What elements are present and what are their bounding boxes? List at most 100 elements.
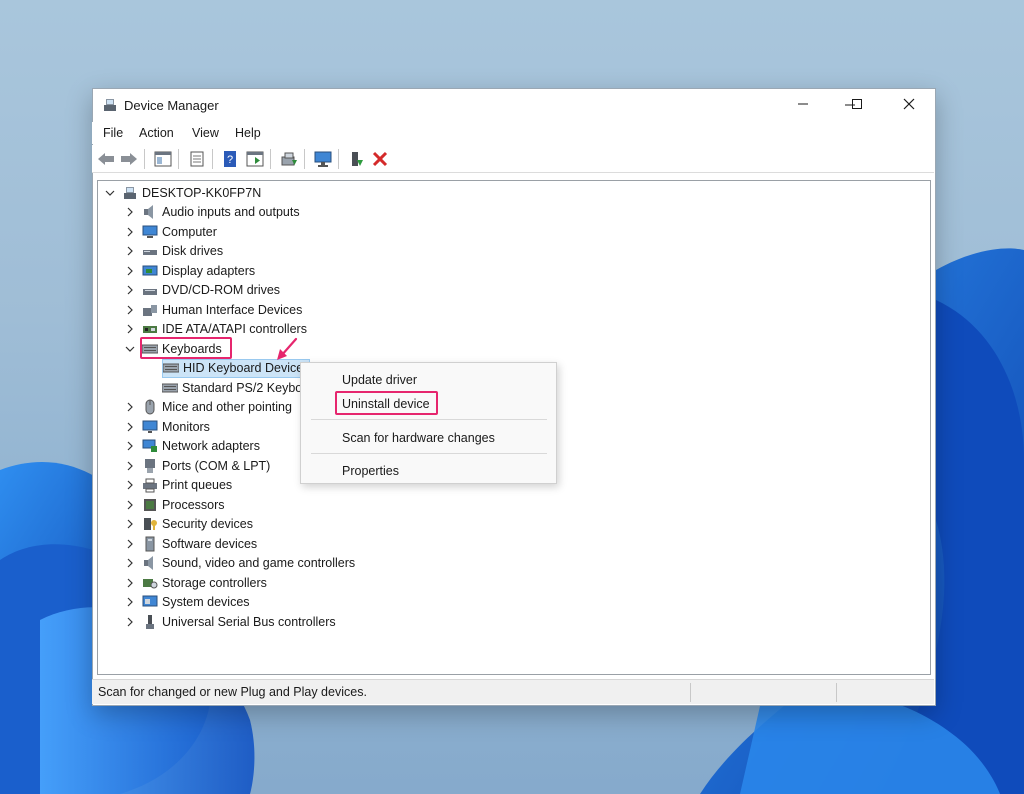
action-pane-icon <box>246 151 264 167</box>
tree-category[interactable]: Display adapters <box>124 261 255 280</box>
printer-icon <box>143 478 157 493</box>
chevron-right-icon[interactable] <box>124 518 136 530</box>
menu-separator <box>311 419 547 420</box>
scan-hardware-icon <box>314 151 332 167</box>
chevron-right-icon[interactable] <box>124 401 136 413</box>
menu-separator <box>311 453 547 454</box>
ide-controller-icon <box>143 326 157 333</box>
status-bar: Scan for changed or new Plug and Play de… <box>92 679 934 704</box>
dvd-drive-icon <box>143 289 157 295</box>
menu-item-update-driver[interactable]: Update driver <box>342 373 417 387</box>
tree-category-label: Print queues <box>162 478 233 492</box>
chevron-right-icon[interactable] <box>124 596 136 608</box>
tree-category[interactable]: DVD/CD-ROM drives <box>124 281 280 300</box>
tree-category[interactable]: Processors <box>124 495 225 514</box>
chevron-right-icon[interactable] <box>124 421 136 433</box>
chevron-right-icon[interactable] <box>124 557 136 569</box>
properties-icon <box>190 151 204 167</box>
tree-category[interactable]: Security devices <box>124 515 253 534</box>
update-driver-icon <box>281 152 297 166</box>
toolbar: ? <box>92 145 934 173</box>
tree-category[interactable]: Sound, video and game controllers <box>124 554 355 573</box>
menu-item-scan-hardware[interactable]: Scan for hardware changes <box>342 431 495 445</box>
show-hide-console-tree-button[interactable] <box>153 149 173 169</box>
menu-file[interactable]: File <box>103 126 123 140</box>
chevron-right-icon[interactable] <box>124 460 136 472</box>
hid-icon <box>143 304 157 316</box>
toolbar-separator <box>144 149 145 169</box>
chevron-down-icon[interactable] <box>124 343 136 355</box>
help-button[interactable]: ? <box>220 149 240 169</box>
chevron-right-icon[interactable] <box>124 265 136 277</box>
tree-category-label: Network adapters <box>162 439 260 453</box>
chevron-right-icon[interactable] <box>124 323 136 335</box>
tree-category-label: IDE ATA/ATAPI controllers <box>162 322 307 336</box>
uninstall-highlight-box <box>335 391 438 415</box>
tree-category-label: Software devices <box>162 536 258 551</box>
chevron-right-icon[interactable] <box>124 226 136 238</box>
forward-button[interactable] <box>119 149 139 169</box>
show-hide-console-tree-icon <box>154 151 172 167</box>
maximize-button-target[interactable] <box>834 88 880 120</box>
tree-category[interactable]: Mice and other pointing <box>124 398 292 417</box>
back-button[interactable] <box>96 149 116 169</box>
close-button[interactable] <box>886 88 932 120</box>
tree-category[interactable]: Storage controllers <box>124 573 267 592</box>
chevron-right-icon[interactable] <box>124 538 136 550</box>
menu-action[interactable]: Action <box>139 126 174 140</box>
chevron-right-icon[interactable] <box>124 245 136 257</box>
tree-category[interactable]: System devices <box>124 593 250 612</box>
keyboards-highlight-box <box>140 337 232 359</box>
menu-help[interactable]: Help <box>235 126 261 140</box>
disk-drive-icon <box>143 250 157 255</box>
minimize-button-target[interactable] <box>780 88 826 120</box>
speaker-icon <box>144 205 153 219</box>
menu-item-properties[interactable]: Properties <box>342 464 399 478</box>
tree-category[interactable]: Monitors <box>124 417 210 436</box>
tree-category[interactable]: Network adapters <box>124 437 260 456</box>
chevron-right-icon[interactable] <box>124 284 136 296</box>
chevron-right-icon[interactable] <box>124 304 136 316</box>
tree-category-label: Monitors <box>162 419 210 434</box>
help-icon: ? <box>224 151 236 167</box>
tree-category[interactable]: Computer <box>124 222 217 241</box>
tree-category-label: DVD/CD-ROM drives <box>162 283 281 297</box>
processor-icon <box>144 498 156 511</box>
tree-root[interactable]: DESKTOP-KK0FP7N <box>104 183 261 202</box>
status-divider <box>836 683 837 702</box>
properties-button[interactable] <box>187 149 207 169</box>
action-pane-button[interactable] <box>245 149 265 169</box>
chevron-right-icon[interactable] <box>124 440 136 452</box>
toolbar-separator <box>178 149 179 169</box>
tree-category-label: Computer <box>162 224 217 239</box>
chevron-right-icon[interactable] <box>124 479 136 491</box>
tree-category[interactable]: Print queues <box>124 476 232 495</box>
menu-view[interactable]: View <box>192 126 219 140</box>
tree-category[interactable]: Human Interface Devices <box>124 300 302 319</box>
update-driver-button[interactable] <box>279 149 299 169</box>
computer-root-icon <box>124 186 136 199</box>
tree-category[interactable]: Ports (COM & LPT) <box>124 456 270 475</box>
tree-category[interactable]: Universal Serial Bus controllers <box>124 612 336 631</box>
uninstall-device-button[interactable] <box>370 149 390 169</box>
chevron-right-icon[interactable] <box>124 206 136 218</box>
chevron-right-icon[interactable] <box>124 499 136 511</box>
tree-category[interactable]: Disk drives <box>124 242 223 261</box>
software-device-icon <box>145 536 155 551</box>
enable-device-button[interactable] <box>347 149 367 169</box>
chevron-down-icon[interactable] <box>104 187 116 199</box>
tree-device-item[interactable]: Standard PS/2 Keybo <box>162 378 308 397</box>
usb-icon <box>146 614 154 629</box>
scan-hardware-button[interactable] <box>313 149 333 169</box>
monitor-icon <box>142 420 158 433</box>
status-text: Scan for changed or new Plug and Play de… <box>98 685 367 699</box>
context-menu: Update driver Uninstall device Scan for … <box>300 362 557 484</box>
chevron-right-icon[interactable] <box>124 616 136 628</box>
tree-category[interactable]: Software devices <box>124 534 257 553</box>
toolbar-separator <box>212 149 213 169</box>
tree-category[interactable]: Audio inputs and outputs <box>124 203 300 222</box>
chevron-right-icon[interactable] <box>124 577 136 589</box>
tree-device-label: Standard PS/2 Keybo <box>182 380 303 395</box>
sound-icon <box>144 556 153 570</box>
tree-category-label: Audio inputs and outputs <box>162 205 300 219</box>
